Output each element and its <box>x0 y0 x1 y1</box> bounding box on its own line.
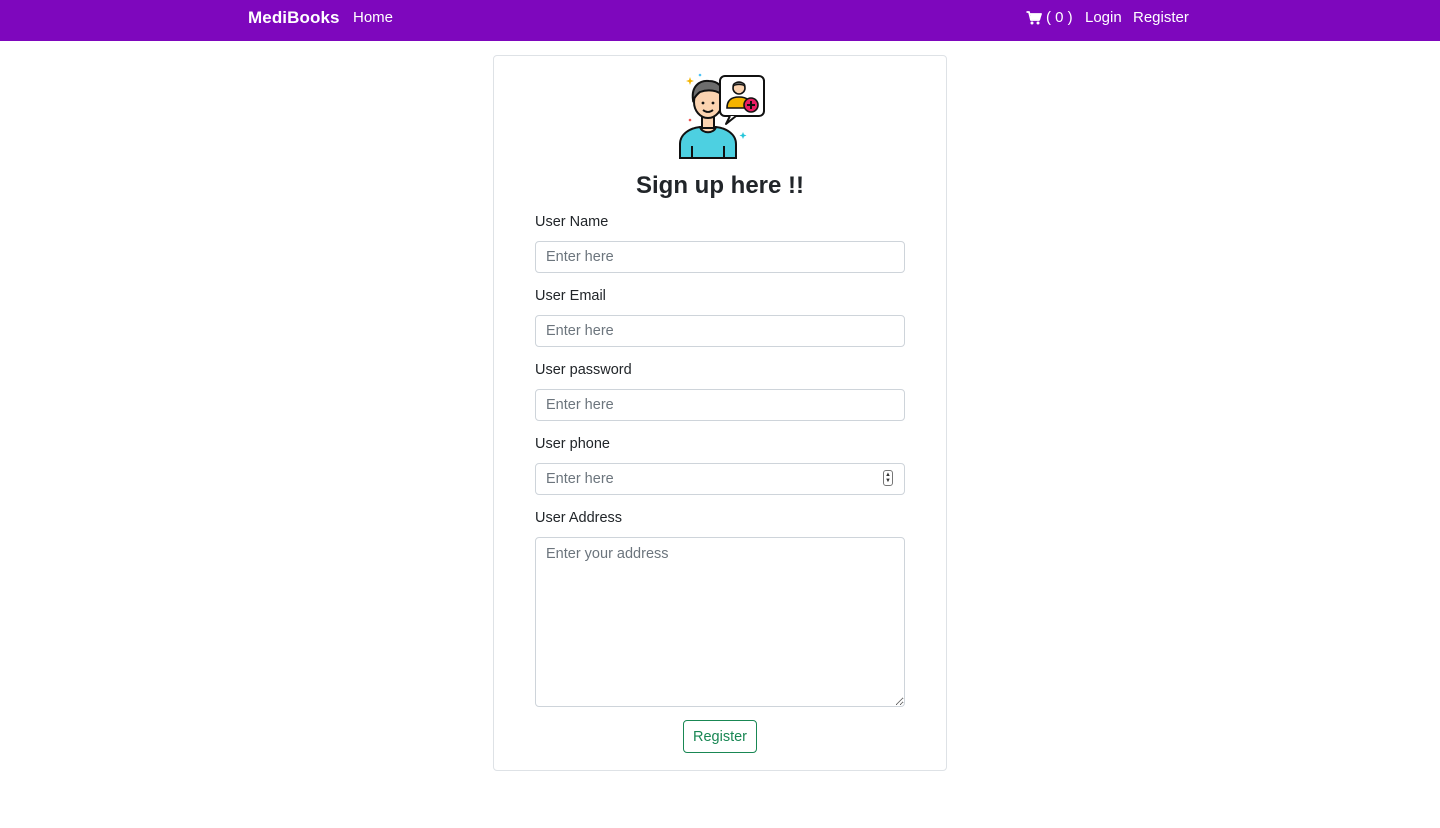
register-button[interactable]: Register <box>683 720 757 753</box>
nav-cart-link[interactable]: ( 0 ) <box>1026 9 1073 26</box>
phone-input[interactable] <box>535 463 905 495</box>
nav-login-link[interactable]: Login <box>1085 9 1122 26</box>
email-input[interactable] <box>535 315 905 347</box>
signup-card: Sign up here !! User Name User Email Use… <box>493 55 947 771</box>
user-add-avatar-icon <box>679 73 765 159</box>
brand-logo[interactable]: MediBooks <box>248 8 340 28</box>
top-navbar: MediBooks Home ( 0 ) Login Register <box>0 0 1440 41</box>
page-title: Sign up here !! <box>636 172 804 199</box>
cart-count: ( 0 ) <box>1046 9 1073 26</box>
phone-field-wrapper: ▲▼ <box>535 463 905 495</box>
nav-home-link[interactable]: Home <box>353 9 393 26</box>
address-textarea[interactable] <box>535 537 905 707</box>
password-label: User password <box>535 362 632 378</box>
phone-stepper-icon[interactable]: ▲ ▼ <box>883 470 893 486</box>
nav-register-link[interactable]: Register <box>1133 9 1189 26</box>
address-label: User Address <box>535 510 623 526</box>
cart-icon <box>1026 10 1042 24</box>
username-input[interactable] <box>535 241 905 273</box>
email-label: User Email <box>535 288 606 304</box>
password-input[interactable] <box>535 389 905 421</box>
username-label: User Name <box>535 214 609 230</box>
phone-label: User phone <box>535 436 610 452</box>
